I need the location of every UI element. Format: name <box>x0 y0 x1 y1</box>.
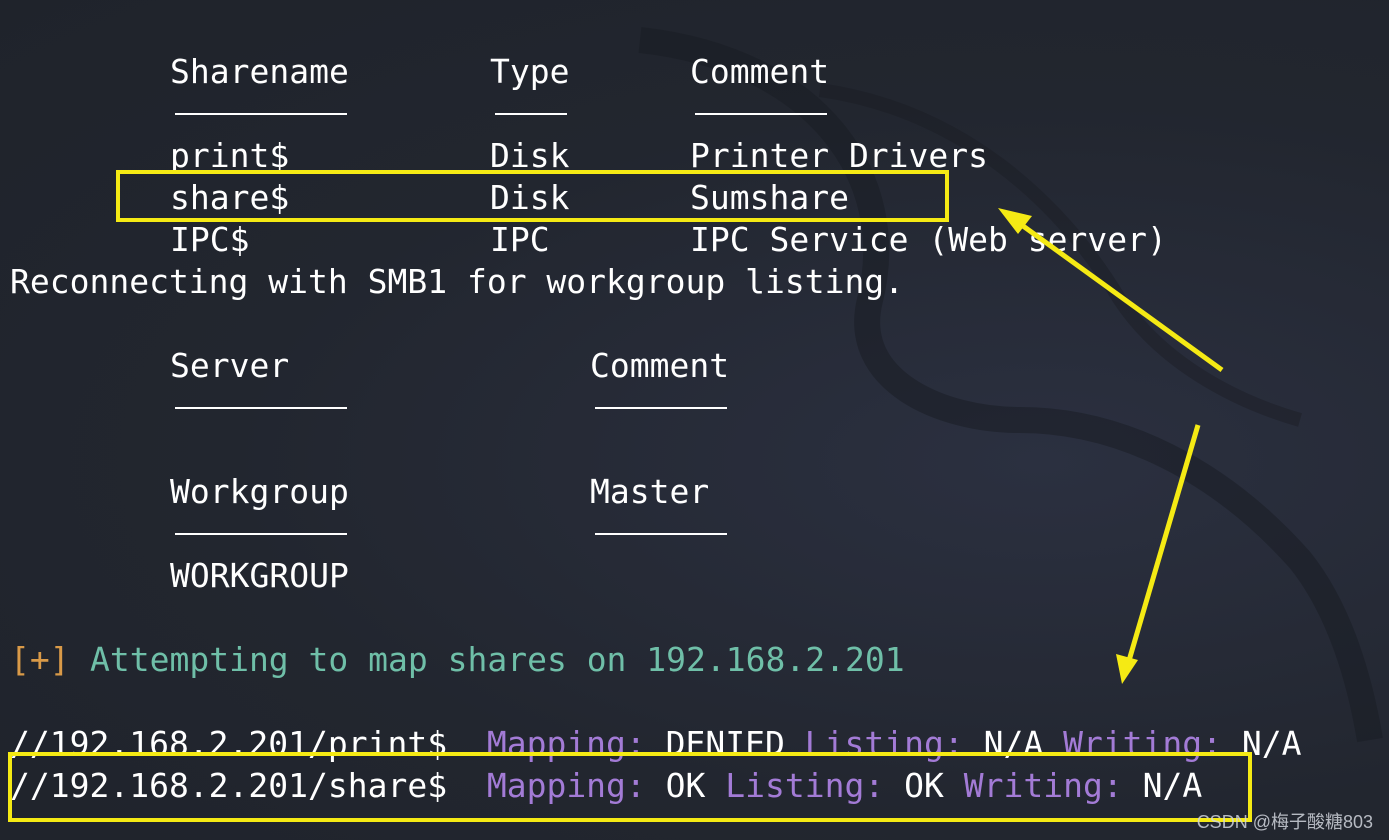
arrow-to-mapping-row <box>1116 424 1201 684</box>
highlight-box-mapping-row <box>8 752 1252 822</box>
arrow-to-share-row <box>998 208 1224 373</box>
highlight-box-share-row <box>116 170 949 222</box>
annotation-overlay <box>8 170 1252 822</box>
csdn-watermark: CSDN @梅子酸糖803 <box>1196 812 1373 832</box>
